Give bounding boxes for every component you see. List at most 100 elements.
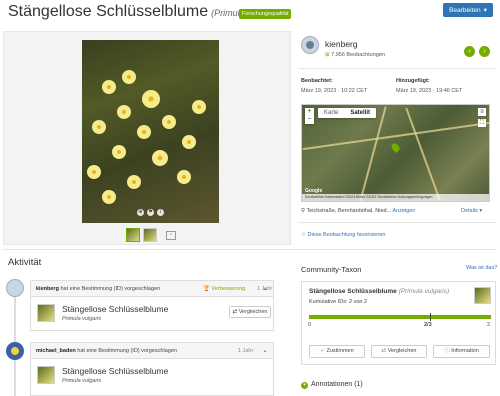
flower-decoration [142,90,160,108]
activity-user[interactable]: kienberg [36,286,59,292]
activity-user[interactable]: michael_baden [36,348,76,354]
avatar[interactable] [6,279,24,297]
compare-button[interactable]: ⇄ Vergleichen [229,306,271,318]
location-pin-small-icon: ⚲ [301,208,306,214]
compare-label: Vergleichen [387,348,417,354]
zoom-icon[interactable]: ⊕ [137,209,144,216]
previous-arrow-icon[interactable]: ‹ [464,46,475,57]
activity-action: hat eine Bestimmung (ID) vorgeschlagen [60,286,161,292]
flower-decoration [127,175,141,189]
edit-button[interactable]: Bearbeiten ▾ [443,3,493,17]
cumulative-ids: Kumulative IDs: 2 von 2 [309,299,368,305]
quality-badge: Forschungsqualität [239,9,292,19]
agreement-bar-fill [309,315,491,319]
flower-decoration [87,165,101,179]
flower-decoration [182,135,196,149]
edit-label: Bearbeiten [449,6,481,14]
flower-decoration [192,100,206,114]
zoom-in-icon[interactable]: + [305,108,314,116]
photo-thumbnail[interactable] [143,228,157,242]
compare-icon: ⇄ [232,309,238,315]
agree-button[interactable]: ✓ Zustimmen [309,345,365,358]
information-button[interactable]: ⓘ Information [433,345,490,358]
zoom-out-icon[interactable]: − [305,116,314,124]
activity-title: Aktivität [8,257,42,268]
photo-panel: ⊕ ⚑ i ▫ [3,31,291,245]
activity-item-header: michael_baden hat eine Bestimmung (ID) v… [31,343,273,359]
activity-item-body: Stängellose Schlüsselblume Primula vulga… [31,297,273,331]
community-taxon-box: Stängellose Schlüsselblume (Primula vulg… [301,281,496,365]
favorite-link[interactable]: ☆ Diese Beobachtung favorisieren [301,232,385,238]
common-name: Stängellose Schlüsselblume [8,3,209,20]
annotations-toggle[interactable]: ▾ Annotationen (1) [301,381,363,389]
community-taxon-sci: (Primula vulgaris) [398,288,450,295]
location-map[interactable]: + − Karte Satellit ≡ ⛶ Google Kurzbefehle… [301,104,490,202]
chevron-down-icon: ▾ [301,382,308,389]
info-icon: ⓘ [444,348,450,354]
taxon-thumbnail[interactable] [37,304,55,322]
flower-decoration [112,145,126,159]
observer-username[interactable]: kienberg [325,39,358,49]
add-photo-icon[interactable]: ▫ [166,230,176,240]
info-icon[interactable]: i [157,209,164,216]
photo-tools: ⊕ ⚑ i [137,209,164,216]
activity-item: kienberg hat eine Bestimmung (ID) vorges… [30,280,274,331]
flower-decoration [102,190,116,204]
map-zoom-control[interactable]: + − [305,108,314,124]
tick-threshold: 2/3 [424,322,432,328]
map-type-tabs: Karte Satellit [318,108,377,118]
details-link[interactable]: Details ▾ [461,208,482,214]
chevron-down-icon[interactable]: ⌄ [261,347,269,355]
flag-icon[interactable]: ⚑ [147,209,154,216]
tick-max: 2 [487,322,491,328]
flower-decoration [102,80,116,94]
location-text: Teichstraße, Bernhardsthal, Nied... [306,208,392,214]
flower-decoration [137,125,151,139]
flower-decoration [92,120,106,134]
photo-thumbnail[interactable] [126,228,140,242]
taxon-thumbnail[interactable] [37,366,55,384]
header: Stängellose Schlüsselblume(Primula vulga… [0,0,500,28]
favorite-label: Diese Beobachtung favorisieren [307,232,386,238]
threshold-marker [430,313,431,321]
layers-icon[interactable]: ≡ [478,108,486,116]
agreement-bar [309,315,491,319]
avatar[interactable] [6,342,24,360]
next-arrow-icon[interactable]: › [479,46,490,57]
map-road [405,107,441,201]
improvement-tag: 🏆 Verbesserung [203,286,245,292]
tab-map[interactable]: Karte [318,108,344,118]
compare-button[interactable]: ⇄ Vergleichen [371,345,427,358]
flower-decoration [152,150,168,166]
information-label: Information [451,348,479,354]
added-label: Hinzugefügt: [396,78,430,84]
taxon-name[interactable]: Stängellose Schlüsselblume [62,304,168,314]
trophy-icon: 🏆 [203,286,210,292]
compare-icon: ⇄ [381,348,387,354]
improvement-label: Verbesserung [211,286,246,292]
taxon-name[interactable]: Stängellose Schlüsselblume [62,366,168,376]
observed-value: März 19, 2023 · 10:22 CET [301,88,368,94]
community-taxon-thumbnail[interactable] [474,287,491,304]
what-is-this-link[interactable]: Was ist das? [466,265,497,271]
divider [299,222,496,223]
community-taxon-name[interactable]: Stängellose Schlüsselblume (Primula vulg… [309,288,449,295]
show-location-link[interactable]: Anzeigen [392,208,415,214]
tab-satellite[interactable]: Satellit [344,108,376,118]
binoculars-icon: ⊞ [325,52,330,58]
chevron-down-icon[interactable]: ⌄ [261,285,269,293]
fullscreen-icon[interactable]: ⛶ [478,119,486,127]
taxon-scientific-name: Primula vulgaris [62,316,102,322]
observation-photo[interactable] [82,40,219,223]
annotations-label: Annotationen (1) [311,381,363,388]
compare-label: Vergleichen [238,309,268,315]
observation-count: ⊞ 7.956 Beobachtungen [325,52,385,58]
map-road [359,106,387,201]
activity-action: hat eine Bestimmung (ID) vorgeschlagen [77,348,177,354]
avatar[interactable] [301,36,319,54]
added-value: März 19, 2023 · 19:46 CET [396,88,463,94]
tick-min: 0 [308,322,312,328]
location-pin-icon[interactable] [389,141,402,154]
check-icon: ✓ [320,348,325,354]
observation-nav: ‹ › [464,46,490,57]
